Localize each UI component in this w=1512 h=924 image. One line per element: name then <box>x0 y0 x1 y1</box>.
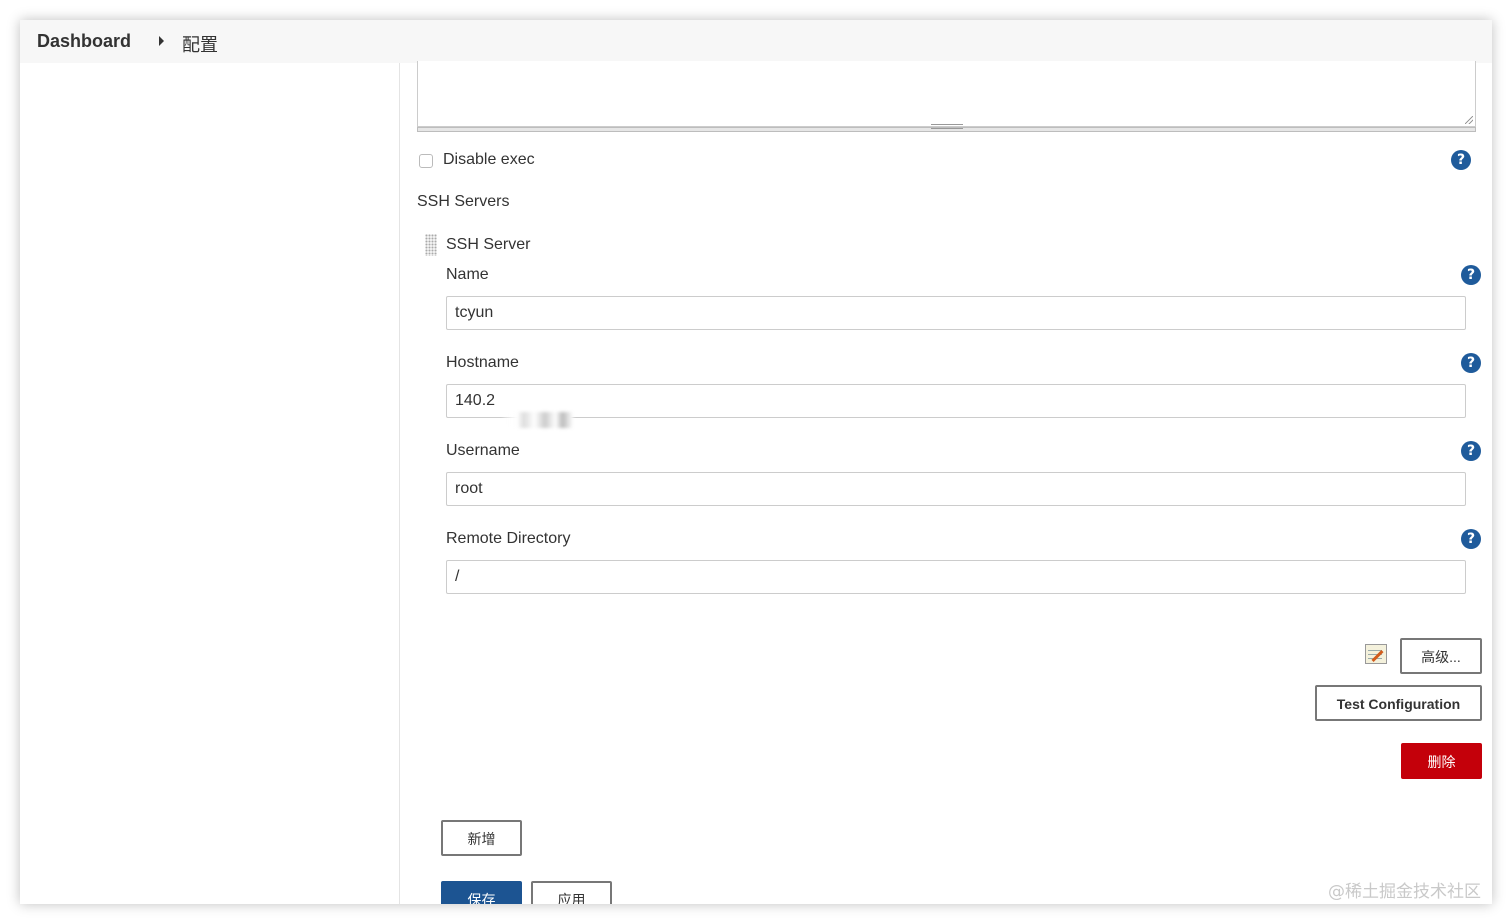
side-panel <box>20 63 400 904</box>
chevron-right-icon[interactable] <box>159 36 164 46</box>
hostname-label: Hostname <box>446 354 519 371</box>
resize-grip-icon[interactable] <box>1465 116 1473 124</box>
help-icon[interactable]: ? <box>1461 353 1481 373</box>
notepad-icon[interactable] <box>1365 644 1387 664</box>
username-label: Username <box>446 442 520 459</box>
remote-directory-input[interactable] <box>446 560 1466 594</box>
apply-button[interactable]: 应用 <box>531 881 612 904</box>
hostname-input[interactable] <box>446 384 1466 418</box>
config-form: Disable exec ? SSH Servers SSH Server Na… <box>400 61 1492 904</box>
disable-exec-label[interactable]: Disable exec <box>443 151 535 169</box>
disable-exec-checkbox[interactable] <box>419 154 433 168</box>
breadcrumb-current[interactable]: 配置 <box>182 31 218 57</box>
username-input[interactable] <box>446 472 1466 506</box>
save-button[interactable]: 保存 <box>441 881 522 904</box>
remote-directory-label: Remote Directory <box>446 530 571 547</box>
name-label: Name <box>446 266 489 283</box>
help-icon[interactable]: ? <box>1451 150 1471 170</box>
drag-handle-icon[interactable] <box>425 234 437 256</box>
expand-handle-icon[interactable] <box>931 124 963 129</box>
help-icon[interactable]: ? <box>1461 441 1481 461</box>
ssh-servers-title: SSH Servers <box>417 193 510 210</box>
jenkins-window: Dashboard 配置 Disable exec ? SSH Servers … <box>20 20 1492 904</box>
help-icon[interactable]: ? <box>1461 265 1481 285</box>
test-configuration-button[interactable]: Test Configuration <box>1315 685 1482 721</box>
breadcrumb: Dashboard 配置 <box>20 20 1492 63</box>
redacted-hostname-mask <box>503 412 573 428</box>
name-input[interactable] <box>446 296 1466 330</box>
delete-button[interactable]: 删除 <box>1401 743 1482 779</box>
advanced-button[interactable]: 高级... <box>1400 638 1482 674</box>
ssh-server-title: SSH Server <box>446 236 531 253</box>
add-button[interactable]: 新增 <box>441 820 522 856</box>
help-icon[interactable]: ? <box>1461 529 1481 549</box>
command-textarea[interactable] <box>417 61 1476 127</box>
watermark: @稀土掘金技术社区 <box>1328 882 1481 902</box>
breadcrumb-dashboard-link[interactable]: Dashboard <box>37 31 131 52</box>
